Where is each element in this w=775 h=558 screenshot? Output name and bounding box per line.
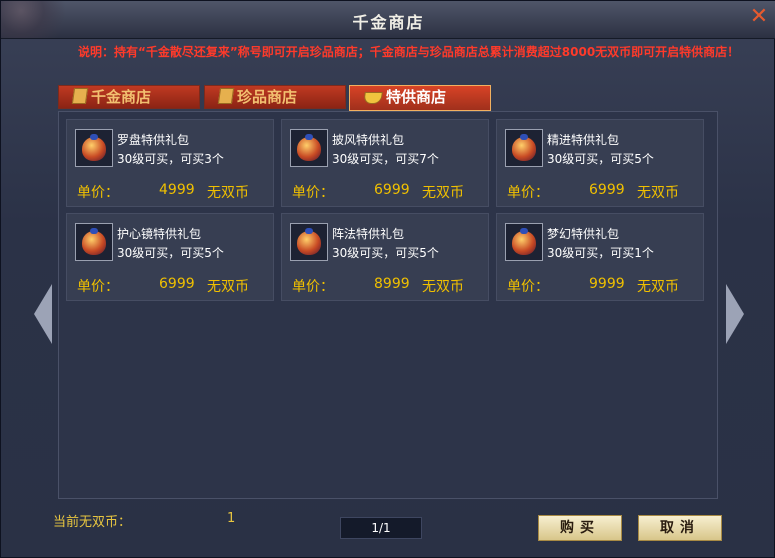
gift-bag-icon[interactable] <box>505 223 543 261</box>
currency-unit: 无双币 <box>422 185 464 201</box>
tab-icon <box>217 88 235 104</box>
next-arrow-icon[interactable] <box>726 284 744 344</box>
item-desc: 30级可买，可买3个 <box>117 152 224 166</box>
item-name: 梦幻特供礼包 <box>547 227 620 241</box>
tab-label: 千金商店 <box>91 88 152 106</box>
gold-ingot-icon <box>363 92 383 104</box>
item-card[interactable]: 罗盘特供礼包 30级可买，可买3个 单价： 4999 无双币 <box>66 119 274 207</box>
item-price: 8999 <box>374 276 410 292</box>
gift-bag-icon[interactable] <box>505 129 543 167</box>
price-label: 单价： <box>292 185 334 201</box>
item-name: 披风特供礼包 <box>332 133 405 147</box>
item-price: 9999 <box>589 276 625 292</box>
close-icon[interactable]: ✕ <box>748 6 770 29</box>
tab-label: 珍品商店 <box>237 88 298 106</box>
item-desc: 30级可买，可买5个 <box>332 246 439 260</box>
item-name: 罗盘特供礼包 <box>117 133 190 147</box>
cancel-button[interactable]: 取消 <box>638 515 722 541</box>
price-label: 单价： <box>77 185 119 201</box>
item-desc: 30级可买，可买5个 <box>117 246 224 260</box>
currency-unit: 无双币 <box>422 279 464 295</box>
window-title: 千金商店 <box>352 13 425 32</box>
tab-special-shop[interactable]: 特供商店 <box>349 85 491 111</box>
item-name: 护心镜特供礼包 <box>117 227 202 241</box>
item-card[interactable]: 梦幻特供礼包 30级可买，可买1个 单价： 9999 无双币 <box>496 213 704 301</box>
item-card[interactable]: 护心镜特供礼包 30级可买，可买5个 单价： 6999 无双币 <box>66 213 274 301</box>
gift-bag-icon[interactable] <box>75 223 113 261</box>
item-desc: 30级可买，可买5个 <box>547 152 654 166</box>
tab-icon <box>71 88 89 104</box>
item-name: 阵法特供礼包 <box>332 227 405 241</box>
currency-unit: 无双币 <box>207 279 249 295</box>
item-grid: 罗盘特供礼包 30级可买，可买3个 单价： 4999 无双币 披风特供礼包 30… <box>58 111 718 499</box>
price-label: 单价： <box>292 279 334 295</box>
item-card[interactable]: 阵法特供礼包 30级可买，可买5个 单价： 8999 无双币 <box>281 213 489 301</box>
gift-bag-icon[interactable] <box>290 223 328 261</box>
balance-label: 当前无双币： <box>53 515 132 530</box>
tab-treasure-shop[interactable]: 珍品商店 <box>204 85 346 109</box>
item-name: 精进特供礼包 <box>547 133 620 147</box>
currency-unit: 无双币 <box>637 279 679 295</box>
gift-bag-icon[interactable] <box>290 129 328 167</box>
gift-bag-icon[interactable] <box>75 129 113 167</box>
tab-qianjin-shop[interactable]: 千金商店 <box>58 85 200 109</box>
shop-notice: 说明：持有“千金散尽还复来”称号即可开启珍品商店；千金商店与珍品商店总累计消费超… <box>78 45 740 59</box>
item-price: 4999 <box>159 182 195 198</box>
item-desc: 30级可买，可买7个 <box>332 152 439 166</box>
item-price: 6999 <box>589 182 625 198</box>
item-card[interactable]: 披风特供礼包 30级可买，可买7个 单价： 6999 无双币 <box>281 119 489 207</box>
shop-window: 千金商店 ✕ 说明：持有“千金散尽还复来”称号即可开启珍品商店；千金商店与珍品商… <box>0 0 775 558</box>
price-label: 单价： <box>77 279 119 295</box>
tab-label: 特供商店 <box>386 88 447 106</box>
prev-arrow-icon[interactable] <box>34 284 52 344</box>
item-card[interactable]: 精进特供礼包 30级可买，可买5个 单价： 6999 无双币 <box>496 119 704 207</box>
item-price: 6999 <box>159 276 195 292</box>
currency-unit: 无双币 <box>637 185 679 201</box>
item-desc: 30级可买，可买1个 <box>547 246 654 260</box>
buy-button[interactable]: 购买 <box>538 515 622 541</box>
balance-value: 1 <box>227 511 236 526</box>
item-price: 6999 <box>374 182 410 198</box>
page-indicator: 1/1 <box>340 517 422 539</box>
currency-unit: 无双币 <box>207 185 249 201</box>
price-label: 单价： <box>507 279 549 295</box>
title-bar[interactable]: 千金商店 ✕ <box>1 1 775 39</box>
price-label: 单价： <box>507 185 549 201</box>
